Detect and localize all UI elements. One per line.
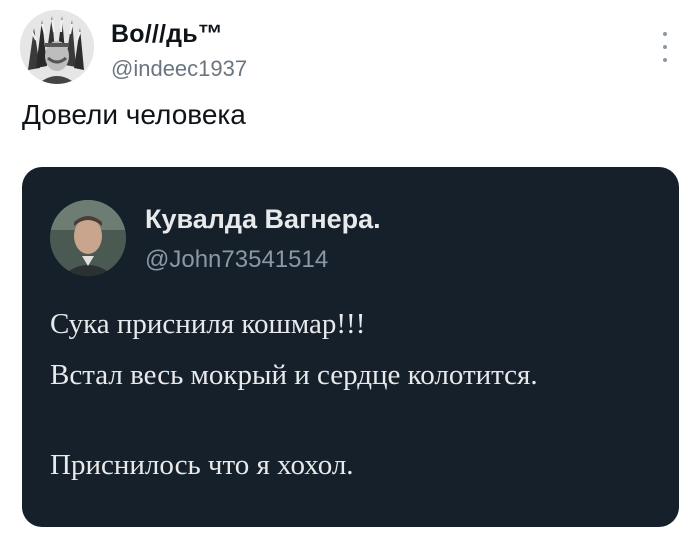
quoted-text-line: Приснилось что я хохол. — [50, 449, 354, 481]
quoted-author-name[interactable]: Кувалда Вагнера. — [145, 204, 381, 235]
quoted-text-line: Встал весь мокрый и сердце колотится. — [50, 359, 538, 391]
more-vertical-icon[interactable] — [660, 32, 670, 62]
tweet-header: Во///дь™ @indeec1937 — [20, 10, 680, 84]
quoted-author-handle[interactable]: @John73541514 — [145, 246, 328, 274]
author-handle[interactable]: @indeec1937 — [111, 56, 247, 82]
author-name[interactable]: Во///дь™ — [111, 20, 223, 49]
quoted-text-line: Сука присниля кошмар!!! — [50, 308, 366, 340]
quoted-tweet-card[interactable]: Кувалда Вагнера. @John73541514 Сука прис… — [22, 167, 679, 527]
tweet-text: Довели человека — [22, 99, 246, 130]
quoted-author-avatar[interactable] — [50, 200, 126, 276]
author-avatar[interactable] — [20, 10, 94, 84]
